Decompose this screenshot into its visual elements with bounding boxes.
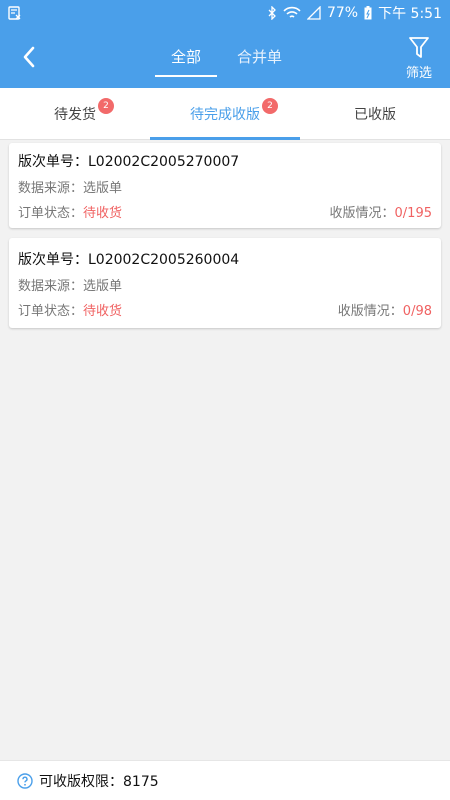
battery-percent: 77%	[326, 5, 359, 21]
tab-pending-shipment[interactable]: 待发货 2	[0, 88, 150, 140]
notification-icon	[8, 5, 22, 20]
order-no-label: 版次单号：	[18, 154, 88, 170]
order-card[interactable]: 版次单号：L02002C2005270007 数据来源：选版单 订单状态：待收货…	[9, 143, 441, 228]
status-value: 待收货	[83, 304, 123, 319]
tab-label: 待完成收版	[190, 107, 260, 123]
status-bar: 77% 下午 5:51	[0, 0, 450, 26]
source-label: 数据来源：	[18, 279, 84, 294]
filter-icon	[409, 37, 429, 58]
header-tab-indicator	[155, 75, 217, 77]
status-label: 订单状态：	[18, 206, 84, 221]
status-tabs: 待发货 2 待完成收版 2 已收版	[0, 88, 450, 140]
header-tabs: 全部 合并单	[150, 38, 300, 78]
source-value: 选版单	[83, 279, 123, 294]
back-button[interactable]	[14, 42, 44, 72]
filter-button[interactable]: 筛选	[402, 36, 436, 82]
permission-label: 可收版权限：	[39, 773, 123, 790]
tab-pending-collection[interactable]: 待完成收版 2	[150, 88, 300, 140]
battery-icon	[364, 6, 372, 20]
status-value: 待收货	[83, 206, 123, 221]
permission-value: 8175	[123, 773, 159, 790]
filter-label: 筛选	[405, 66, 432, 81]
help-icon[interactable]	[17, 772, 33, 789]
order-no-label: 版次单号：	[18, 252, 88, 268]
tab-merged[interactable]: 合并单	[237, 46, 282, 67]
app-bar: 77% 下午 5:51 全部 合并单 筛选	[0, 0, 450, 88]
tab-label: 待发货	[54, 107, 96, 123]
progress-label: 收版情况：	[329, 206, 395, 221]
bluetooth-icon	[267, 6, 277, 20]
clock: 下午 5:51	[378, 6, 442, 22]
order-number: L02002C2005270007	[88, 154, 240, 170]
progress-value: 0/195	[394, 206, 432, 221]
count-badge: 2	[98, 98, 114, 114]
chevron-left-icon	[23, 46, 35, 68]
tab-collected[interactable]: 已收版	[300, 88, 450, 140]
tab-label: 已收版	[354, 107, 396, 123]
source-label: 数据来源：	[18, 181, 84, 196]
count-badge: 2	[262, 98, 278, 114]
status-label: 订单状态：	[18, 304, 84, 319]
footer-bar: 可收版权限：8175	[0, 760, 450, 800]
source-value: 选版单	[83, 181, 123, 196]
order-card[interactable]: 版次单号：L02002C2005260004 数据来源：选版单 订单状态：待收货…	[9, 238, 441, 328]
active-tab-indicator	[150, 137, 300, 140]
wifi-icon	[283, 6, 301, 20]
progress-value: 0/98	[402, 304, 432, 319]
signal-icon	[306, 6, 321, 20]
order-number: L02002C2005260004	[88, 252, 240, 268]
progress-label: 收版情况：	[337, 304, 403, 319]
tab-all[interactable]: 全部	[171, 46, 201, 67]
